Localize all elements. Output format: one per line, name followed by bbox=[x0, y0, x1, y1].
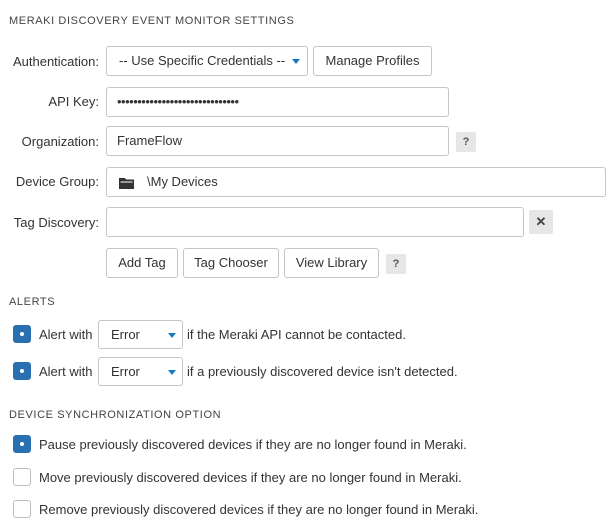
tag-discovery-label: Tag Discovery: bbox=[13, 215, 99, 230]
authentication-selected-value: -- Use Specific Credentials -- bbox=[119, 53, 286, 68]
organization-label: Organization: bbox=[21, 134, 99, 149]
alerts-section-title: ALERTS bbox=[9, 296, 56, 308]
device-group-picker[interactable]: \My Devices bbox=[106, 167, 606, 197]
chevron-down-icon bbox=[168, 333, 176, 338]
sync-section-title: DEVICE SYNCHRONIZATION OPTION bbox=[9, 409, 222, 421]
view-library-button[interactable]: View Library bbox=[284, 248, 379, 278]
alert-api-checkbox[interactable] bbox=[13, 325, 31, 343]
api-key-label: API Key: bbox=[48, 94, 99, 109]
alert-missing-device-suffix: if a previously discovered device isn't … bbox=[187, 364, 458, 379]
device-group-value: \My Devices bbox=[147, 174, 218, 189]
device-group-label: Device Group: bbox=[15, 174, 99, 189]
alert-api-level-select[interactable]: Error bbox=[98, 320, 183, 349]
sync-move-radio[interactable] bbox=[13, 468, 31, 486]
chevron-down-icon bbox=[292, 59, 300, 64]
clear-tags-icon[interactable]: ✕ bbox=[529, 210, 553, 234]
tag-chooser-button[interactable]: Tag Chooser bbox=[183, 248, 279, 278]
sync-pause-radio[interactable] bbox=[13, 435, 31, 453]
tag-discovery-input[interactable] bbox=[106, 207, 524, 237]
alert-missing-device-prefix: Alert with bbox=[39, 364, 93, 379]
sync-move-label: Move previously discovered devices if th… bbox=[39, 470, 462, 485]
organization-input[interactable]: FrameFlow bbox=[106, 126, 449, 156]
organization-help-icon[interactable]: ? bbox=[456, 132, 476, 152]
tag-help-icon[interactable]: ? bbox=[386, 254, 406, 274]
api-key-input[interactable]: •••••••••••••••••••••••••••••• bbox=[106, 87, 449, 117]
sync-pause-label: Pause previously discovered devices if t… bbox=[39, 437, 467, 452]
settings-section-title: MERAKI DISCOVERY EVENT MONITOR SETTINGS bbox=[9, 15, 295, 27]
folder-icon bbox=[119, 178, 134, 189]
sync-remove-label: Remove previously discovered devices if … bbox=[39, 502, 479, 517]
alert-missing-device-level-value: Error bbox=[111, 364, 140, 379]
authentication-select[interactable]: -- Use Specific Credentials -- bbox=[106, 46, 308, 76]
alert-missing-device-checkbox[interactable] bbox=[13, 362, 31, 380]
manage-profiles-button[interactable]: Manage Profiles bbox=[313, 46, 432, 76]
chevron-down-icon bbox=[168, 370, 176, 375]
add-tag-button[interactable]: Add Tag bbox=[106, 248, 178, 278]
alert-api-level-value: Error bbox=[111, 327, 140, 342]
alert-missing-device-level-select[interactable]: Error bbox=[98, 357, 183, 386]
sync-remove-radio[interactable] bbox=[13, 500, 31, 518]
alert-api-suffix: if the Meraki API cannot be contacted. bbox=[187, 327, 406, 342]
alert-api-prefix: Alert with bbox=[39, 327, 93, 342]
authentication-label: Authentication: bbox=[12, 54, 99, 69]
